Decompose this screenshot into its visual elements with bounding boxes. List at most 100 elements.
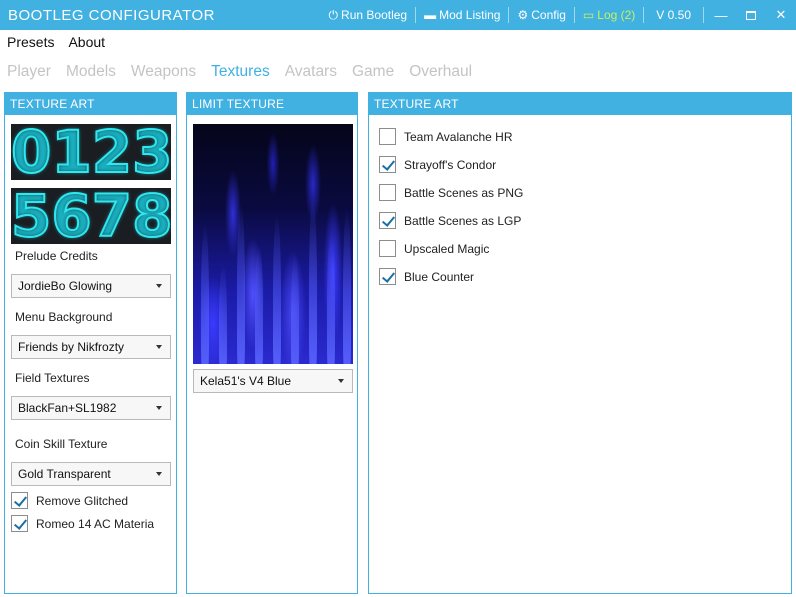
prelude-credits-dropdown[interactable]: JordieBo Glowing (11, 274, 171, 298)
flame-shape (273, 214, 281, 364)
divider (703, 7, 704, 23)
divider (415, 7, 417, 23)
option-label: Team Avalanche HR (404, 129, 513, 144)
digit: 2 (91, 124, 133, 180)
texture-art-panel-left: TEXTURE ART 0 1 2 3 5 6 7 8 Prelude Cred… (4, 92, 177, 594)
option-row[interactable]: Strayoff's Condor (379, 156, 496, 173)
menu-background-dropdown[interactable]: Friends by Nikfrozty (11, 335, 171, 359)
digit: 1 (50, 124, 92, 180)
tab-models[interactable]: Models (59, 63, 124, 85)
battle-scenes-png-checkbox[interactable] (379, 184, 396, 201)
field-textures-dropdown[interactable]: BlackFan+SL1982 (11, 396, 171, 420)
strayoff-condor-checkbox[interactable] (379, 156, 396, 173)
menu-presets[interactable]: Presets (0, 34, 61, 54)
tab-textures[interactable]: Textures (204, 63, 278, 85)
remove-glitched-checkbox-row[interactable]: Remove Glitched (11, 492, 128, 509)
option-row[interactable]: Upscaled Magic (379, 240, 489, 257)
divider (573, 7, 575, 23)
digit: 6 (50, 188, 92, 244)
limit-texture-value: Kela51's V4 Blue (200, 374, 292, 388)
menu-bar: Presets About (0, 34, 112, 54)
folder-icon: ▬ (424, 8, 437, 22)
texture-art-panel-right: TEXTURE ART Team Avalanche HR Strayoff's… (368, 92, 792, 594)
option-row[interactable]: Battle Scenes as LGP (379, 212, 521, 229)
tab-avatars[interactable]: Avatars (278, 63, 345, 85)
mod-listing-label: Mod Listing (439, 8, 501, 22)
flame-shape (291, 254, 299, 364)
menu-about[interactable]: About (61, 34, 112, 54)
number-texture-preview-bottom: 5 6 7 8 (11, 188, 171, 244)
log-icon: ▭ (582, 8, 595, 22)
power-icon: ⏻ (328, 7, 339, 22)
flame-shape (327, 234, 335, 364)
divider (643, 7, 645, 23)
panel-title: LIMIT TEXTURE (187, 93, 357, 115)
tab-game[interactable]: Game (345, 63, 402, 85)
flame-shape (201, 224, 209, 364)
coin-skill-texture-label: Coin Skill Texture (15, 437, 108, 451)
flame-shape (309, 199, 317, 364)
config-label: Config (531, 8, 566, 22)
log-label: Log (2) (597, 8, 636, 22)
limit-texture-panel: LIMIT TEXTURE Kela51's V4 Blue (186, 92, 358, 594)
digit: 7 (91, 188, 133, 244)
panel-title: TEXTURE ART (369, 93, 791, 115)
run-bootleg-label: Run Bootleg (341, 8, 408, 22)
prelude-credits-value: JordieBo Glowing (18, 279, 113, 293)
tab-overhaul[interactable]: Overhaul (402, 63, 480, 85)
option-row[interactable]: Team Avalanche HR (379, 128, 513, 145)
tab-bar: Player Models Weapons Textures Avatars G… (0, 63, 480, 85)
team-avalanche-checkbox[interactable] (379, 128, 396, 145)
field-textures-label: Field Textures (15, 371, 90, 385)
minimize-icon: — (714, 7, 728, 23)
title-bar: BOOTLEG CONFIGURATOR ⏻ Run Bootleg ▬ Mod… (0, 0, 796, 30)
coin-skill-texture-value: Gold Transparent (18, 467, 111, 481)
upscaled-magic-checkbox[interactable] (379, 240, 396, 257)
menu-background-value: Friends by Nikfrozty (18, 340, 125, 354)
digit: 3 (131, 124, 171, 180)
close-icon: ✕ (775, 7, 787, 22)
minimize-button[interactable]: — (706, 0, 736, 30)
battle-scenes-lgp-checkbox[interactable] (379, 212, 396, 229)
chevron-down-icon (338, 379, 344, 383)
chevron-down-icon (156, 472, 162, 476)
field-textures-value: BlackFan+SL1982 (18, 401, 117, 415)
flame-shape (255, 244, 263, 364)
digit: 5 (11, 188, 52, 244)
option-label: Blue Counter (404, 269, 475, 284)
flame-shape (237, 204, 245, 364)
option-label: Strayoff's Condor (404, 157, 497, 172)
coin-skill-texture-dropdown[interactable]: Gold Transparent (11, 462, 171, 486)
option-label: Battle Scenes as LGP (404, 213, 522, 228)
romeo-materia-checkbox[interactable] (11, 515, 28, 532)
flame-shape (343, 209, 351, 364)
blue-counter-checkbox[interactable] (379, 268, 396, 285)
mod-listing-button[interactable]: ▬ Mod Listing (418, 0, 506, 30)
panel-title: TEXTURE ART (5, 93, 176, 115)
digit: 0 (11, 124, 52, 180)
tab-player[interactable]: Player (0, 63, 59, 85)
close-button[interactable]: ✕ (766, 0, 796, 30)
version-label: V 0.50 (656, 8, 691, 22)
tab-weapons[interactable]: Weapons (124, 63, 204, 85)
romeo-materia-checkbox-row[interactable]: Romeo 14 AC Materia (11, 515, 154, 532)
limit-texture-dropdown[interactable]: Kela51's V4 Blue (193, 369, 353, 393)
config-button[interactable]: ⚙ Config (511, 0, 571, 30)
prelude-credits-label: Prelude Credits (15, 249, 98, 263)
app-title: BOOTLEG CONFIGURATOR (8, 6, 215, 24)
menu-background-label: Menu Background (15, 310, 113, 324)
limit-texture-preview (193, 124, 353, 364)
log-button[interactable]: ▭ Log (2) (577, 0, 641, 30)
maximize-button[interactable] (736, 0, 766, 30)
run-bootleg-button[interactable]: ⏻ Run Bootleg (323, 0, 414, 30)
digit: 8 (131, 188, 171, 244)
chevron-down-icon (156, 345, 162, 349)
chevron-down-icon (156, 284, 162, 288)
number-texture-preview-top: 0 1 2 3 (11, 124, 171, 180)
maximize-icon (746, 10, 756, 20)
divider (508, 7, 510, 23)
option-row[interactable]: Blue Counter (379, 268, 474, 285)
option-row[interactable]: Battle Scenes as PNG (379, 184, 523, 201)
remove-glitched-checkbox[interactable] (11, 492, 28, 509)
romeo-materia-label: Romeo 14 AC Materia (36, 516, 155, 531)
